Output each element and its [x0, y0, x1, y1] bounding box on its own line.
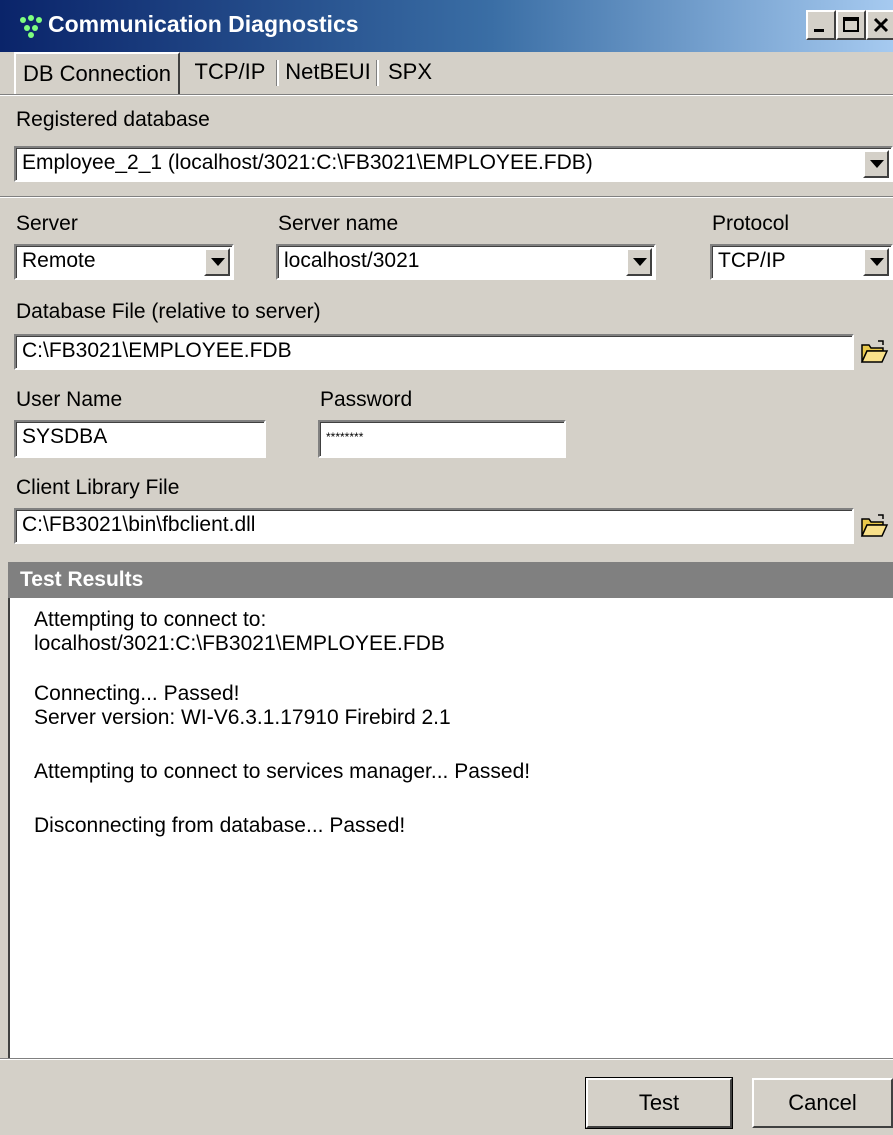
bottom-divider	[0, 1058, 893, 1060]
registered-database-value: Employee_2_1 (localhost/3021:C:\FB3021\E…	[22, 151, 593, 174]
cancel-button[interactable]: Cancel	[752, 1078, 893, 1128]
database-file-browse-button[interactable]	[859, 337, 889, 367]
test-results-box[interactable]: Attempting to connect to: localhost/3021…	[8, 598, 893, 1058]
database-file-value: C:\FB3021\EMPLOYEE.FDB	[22, 339, 292, 362]
folder-open-icon	[860, 514, 889, 537]
server-name-value: localhost/3021	[284, 249, 420, 272]
tab-baseline	[0, 94, 893, 96]
protocol-dropdown-button[interactable]	[863, 248, 889, 276]
server-value: Remote	[22, 249, 96, 272]
result-line: Connecting... Passed!	[34, 682, 240, 705]
chevron-down-icon	[633, 258, 647, 266]
password-value: ********	[326, 430, 364, 444]
minimize-icon	[814, 29, 824, 32]
server-name-select[interactable]: localhost/3021	[276, 244, 656, 280]
result-line: Server version: WI-V6.3.1.17910 Firebird…	[34, 706, 451, 729]
server-label: Server	[16, 212, 78, 235]
communication-diagnostics-window: Communication Diagnostics DB Connection …	[0, 0, 893, 1135]
protocol-value: TCP/IP	[718, 249, 786, 272]
server-name-label: Server name	[278, 212, 399, 235]
password-input[interactable]: ********	[318, 420, 566, 458]
section-divider	[0, 196, 893, 198]
result-line: Disconnecting from database... Passed!	[34, 814, 406, 837]
user-name-input[interactable]: SYSDBA	[14, 420, 266, 458]
registered-database-select[interactable]: Employee_2_1 (localhost/3021:C:\FB3021\E…	[14, 146, 893, 182]
password-label: Password	[320, 388, 413, 411]
client-library-input[interactable]: C:\FB3021\bin\fbclient.dll	[14, 508, 854, 544]
chevron-down-icon	[211, 258, 225, 266]
user-name-value: SYSDBA	[22, 425, 108, 448]
protocol-select[interactable]: TCP/IP	[710, 244, 893, 280]
test-button[interactable]: Test	[585, 1077, 733, 1129]
tab-separator	[276, 60, 279, 86]
folder-open-icon	[860, 340, 889, 363]
client-library-value: C:\FB3021\bin\fbclient.dll	[22, 513, 256, 536]
chevron-down-icon	[870, 258, 884, 266]
tab-db-connection[interactable]: DB Connection	[14, 52, 180, 94]
server-name-dropdown-button[interactable]	[626, 248, 652, 276]
client-library-label: Client Library File	[16, 476, 180, 499]
registered-database-label: Registered database	[16, 108, 210, 131]
window-title: Communication Diagnostics	[48, 11, 359, 37]
tab-tcp-ip[interactable]: TCP/IP	[184, 52, 276, 92]
tab-netbeui[interactable]: NetBEUI	[280, 52, 376, 92]
result-line: Attempting to connect to services manage…	[34, 760, 531, 783]
close-icon	[873, 17, 889, 33]
network-app-icon	[20, 15, 42, 38]
protocol-label: Protocol	[712, 212, 790, 235]
tab-separator	[376, 60, 379, 86]
result-line: localhost/3021:C:\FB3021\EMPLOYEE.FDB	[34, 632, 445, 655]
user-name-label: User Name	[16, 388, 123, 411]
database-file-label: Database File (relative to server)	[16, 300, 321, 323]
chevron-down-icon	[870, 160, 884, 168]
registered-database-dropdown-button[interactable]	[863, 150, 889, 178]
maximize-icon	[843, 17, 859, 32]
server-select[interactable]: Remote	[14, 244, 234, 280]
result-line: Attempting to connect to:	[34, 608, 267, 631]
test-results-header: Test Results	[8, 562, 893, 598]
tab-spx[interactable]: SPX	[380, 52, 440, 92]
client-library-browse-button[interactable]	[859, 511, 889, 541]
database-file-input[interactable]: C:\FB3021\EMPLOYEE.FDB	[14, 334, 854, 370]
close-button[interactable]	[866, 10, 893, 40]
server-dropdown-button[interactable]	[204, 248, 230, 276]
maximize-button[interactable]	[836, 10, 866, 40]
minimize-button[interactable]	[806, 10, 836, 40]
title-bar[interactable]: Communication Diagnostics	[0, 0, 893, 52]
